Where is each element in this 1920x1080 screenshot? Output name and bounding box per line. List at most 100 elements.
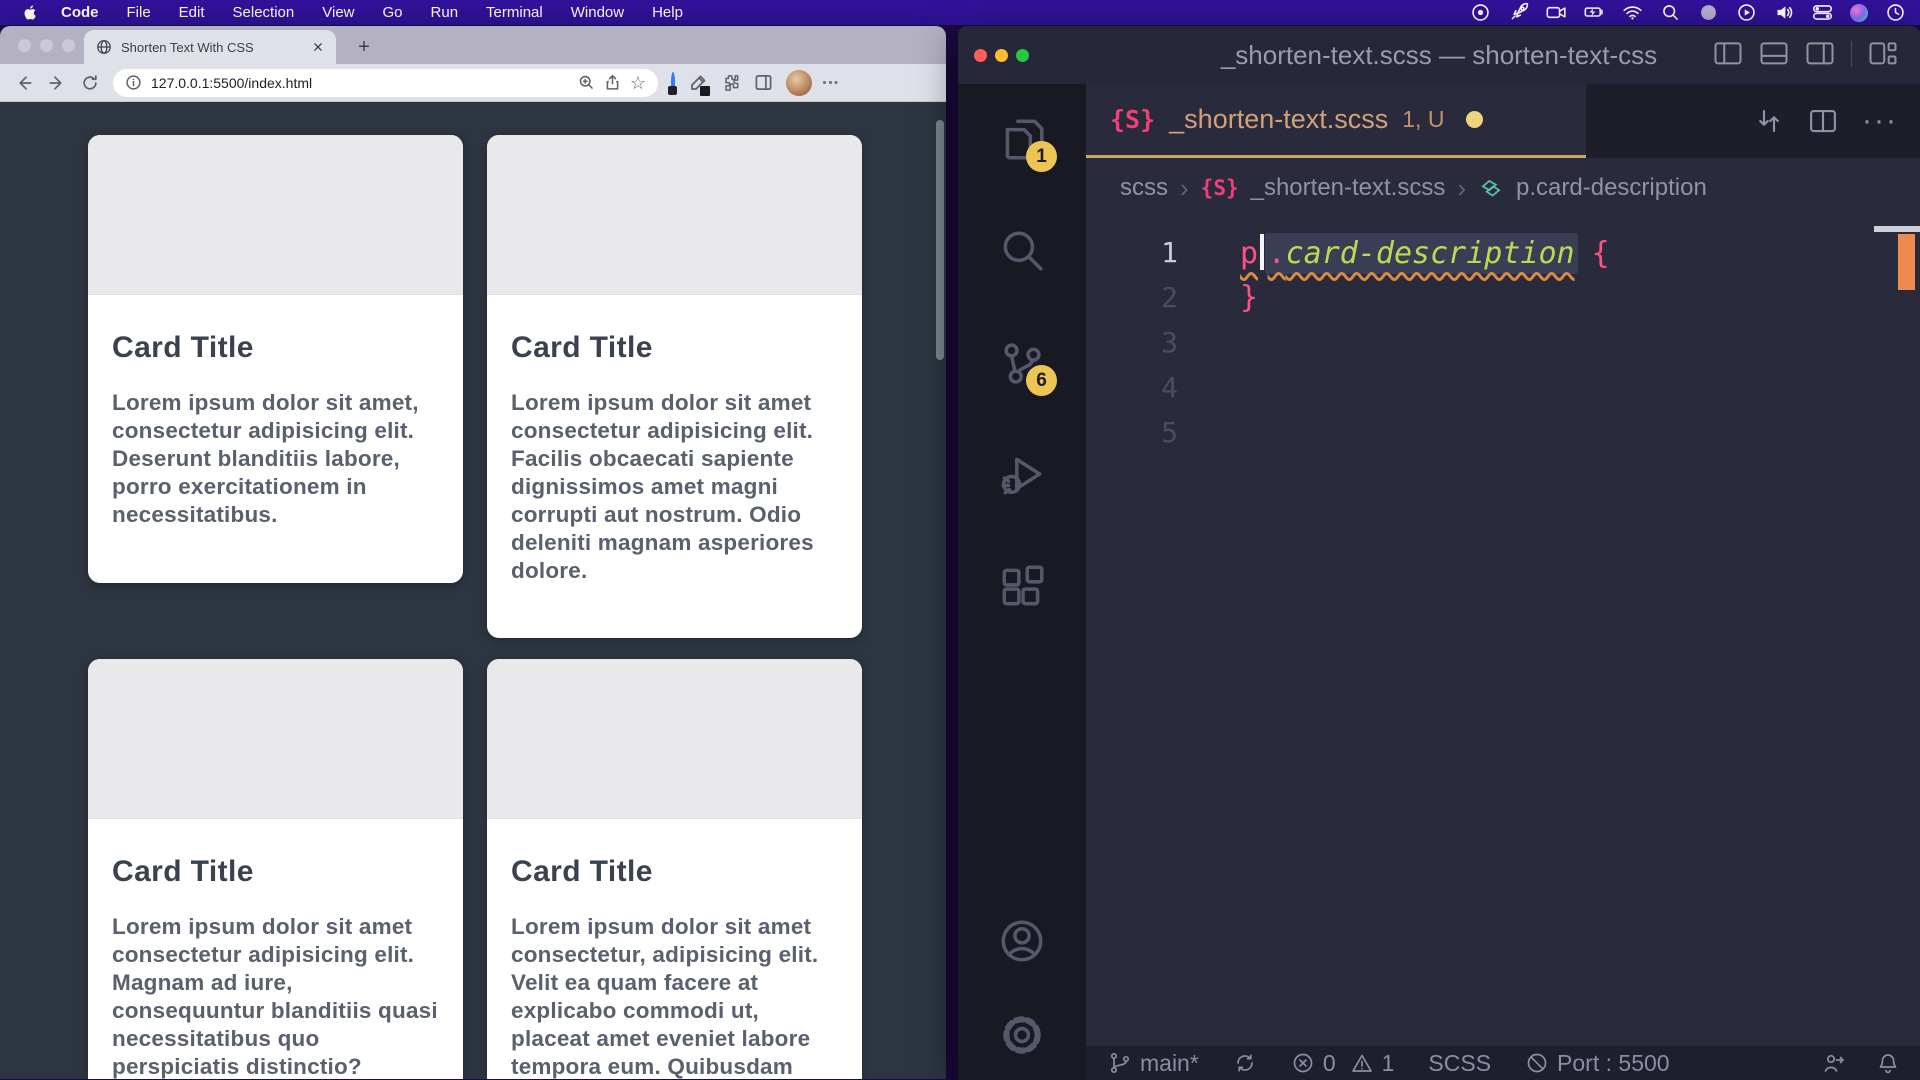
warning-count: 1	[1382, 1050, 1395, 1077]
code-line-4[interactable]: 4	[1086, 365, 1920, 410]
site-info-icon[interactable]	[125, 74, 142, 91]
reload-icon[interactable]	[80, 73, 100, 93]
url-text[interactable]: 127.0.0.1:5500/index.html	[151, 75, 569, 91]
scss-dot-token: .	[1268, 236, 1286, 271]
side-panel-icon[interactable]	[754, 73, 773, 92]
forward-icon[interactable]	[47, 73, 67, 93]
menu-terminal[interactable]: Terminal	[486, 4, 543, 21]
new-tab-button[interactable]: +	[352, 35, 376, 59]
settings-gear-icon[interactable]	[997, 1010, 1047, 1060]
toggle-panel-icon[interactable]	[1759, 39, 1789, 69]
password-manager-extension-icon[interactable]	[671, 74, 675, 92]
feedback-person-icon[interactable]	[1822, 1051, 1846, 1075]
menu-edit[interactable]: Edit	[179, 4, 205, 21]
notifications-bell-icon[interactable]	[1876, 1051, 1900, 1075]
git-branch-item[interactable]: main*	[1108, 1050, 1199, 1077]
live-server-port-item[interactable]: Port : 5500	[1525, 1050, 1670, 1077]
menu-file[interactable]: File	[127, 4, 151, 21]
account-icon[interactable]	[997, 916, 1047, 966]
code-line-1[interactable]: 1 p.card-description{	[1086, 230, 1920, 275]
activity-bar: 1 6	[958, 84, 1086, 1080]
open-changes-icon[interactable]	[1754, 106, 1784, 136]
address-bar[interactable]: 127.0.0.1:5500/index.html ☆	[113, 69, 658, 97]
back-icon[interactable]	[14, 73, 34, 93]
menu-view[interactable]: View	[322, 4, 354, 21]
browser-menu-icon[interactable]: ⋮	[825, 74, 835, 91]
wifi-icon[interactable]	[1622, 2, 1643, 23]
share-icon[interactable]	[604, 74, 621, 91]
bookmark-star-icon[interactable]: ☆	[630, 74, 646, 92]
extensions-icon[interactable]	[997, 562, 1047, 612]
toggle-secondary-sidebar-icon[interactable]	[1805, 39, 1835, 69]
editor-actions: ···	[1754, 84, 1898, 158]
zoom-page-icon[interactable]	[578, 74, 595, 91]
close-window-button[interactable]	[18, 39, 31, 52]
more-actions-icon[interactable]: ···	[1862, 106, 1898, 136]
volume-icon[interactable]	[1774, 2, 1795, 23]
browser-tab[interactable]: Shorten Text With CSS	[84, 30, 336, 64]
screen-record-camera-icon[interactable]	[1546, 2, 1567, 23]
breadcrumb-file[interactable]: _shorten-text.scss	[1251, 174, 1446, 202]
control-center-icon[interactable]	[1812, 2, 1833, 23]
unsaved-changes-dot[interactable]	[1466, 111, 1483, 128]
editor-tab-label: _shorten-text.scss	[1169, 104, 1388, 135]
browser-tab-title: Shorten Text With CSS	[121, 40, 301, 55]
card: Card Title Lorem ipsum dolor sit amet co…	[88, 659, 463, 1079]
toggle-sidebar-icon[interactable]	[1713, 39, 1743, 69]
code-editor[interactable]: 1 p.card-description{ 2 } 3 4 5	[1086, 218, 1920, 1046]
sass-file-icon: {S}	[1201, 176, 1239, 200]
breadcrumb-folder[interactable]: scss	[1120, 174, 1168, 202]
editor-area: {S} _shorten-text.scss 1, U ··· scss › {…	[1086, 84, 1920, 1080]
code-line-3[interactable]: 3	[1086, 320, 1920, 365]
record-icon[interactable]	[1470, 2, 1491, 23]
source-control-icon[interactable]: 6	[997, 338, 1047, 388]
page-scrollbar[interactable]	[936, 120, 944, 360]
editor-tab[interactable]: {S} _shorten-text.scss 1, U	[1086, 84, 1586, 158]
menu-selection[interactable]: Selection	[233, 4, 295, 21]
profile-avatar[interactable]	[786, 70, 812, 96]
card-image-placeholder	[88, 659, 463, 819]
menu-go[interactable]: Go	[383, 4, 403, 21]
vscode-title-bar: _shorten-text.scss — shorten-text-css	[958, 26, 1920, 84]
breadcrumb-symbol[interactable]: p.card-description	[1516, 174, 1707, 202]
run-debug-icon[interactable]	[997, 450, 1047, 500]
do-not-disturb-icon[interactable]	[1698, 2, 1719, 23]
line-number: 5	[1086, 416, 1178, 449]
battery-charging-icon[interactable]	[1584, 2, 1605, 23]
menu-run[interactable]: Run	[431, 4, 459, 21]
spotlight-search-icon[interactable]	[1660, 2, 1681, 23]
screen-mirroring-icon[interactable]	[1736, 2, 1757, 23]
circle-slash-icon	[1525, 1051, 1549, 1075]
sync-icon[interactable]	[1233, 1051, 1257, 1075]
minimize-window-button[interactable]	[40, 39, 53, 52]
browser-tab-strip: Shorten Text With CSS +	[0, 26, 946, 64]
language-mode[interactable]: SCSS	[1428, 1050, 1491, 1077]
active-app-menu[interactable]: Code	[61, 4, 99, 21]
extensions-puzzle-icon[interactable]	[721, 73, 741, 93]
macos-menu-bar: Code File Edit Selection View Go Run Ter…	[0, 0, 1920, 25]
split-editor-icon[interactable]	[1808, 106, 1838, 136]
clock-icon[interactable]	[1885, 2, 1906, 23]
breadcrumbs: scss › {S} _shorten-text.scss › p.card-d…	[1086, 158, 1920, 218]
apple-logo-icon[interactable]	[22, 4, 39, 21]
problems-item[interactable]: 0 1	[1291, 1050, 1395, 1077]
explorer-icon[interactable]: 1	[997, 114, 1047, 164]
color-picker-extension-icon[interactable]	[688, 73, 708, 93]
zoom-window-button[interactable]	[62, 39, 75, 52]
scss-class-token: card-description	[1286, 236, 1575, 271]
rocket-icon[interactable]	[1508, 2, 1529, 23]
sass-file-icon: {S}	[1110, 105, 1155, 134]
browser-traffic-lights	[18, 39, 75, 52]
menu-window[interactable]: Window	[571, 4, 624, 21]
text-cursor	[1260, 234, 1264, 270]
code-line-2[interactable]: 2 }	[1086, 275, 1920, 320]
card-description: Lorem ipsum dolor sit amet consectetur, …	[511, 913, 838, 1079]
code-line-5[interactable]: 5	[1086, 410, 1920, 455]
customize-layout-icon[interactable]	[1868, 39, 1898, 69]
menu-help[interactable]: Help	[652, 4, 683, 21]
search-icon[interactable]	[997, 226, 1047, 276]
line-number: 3	[1086, 326, 1178, 359]
symbol-icon	[1478, 175, 1504, 201]
close-tab-icon[interactable]	[310, 39, 326, 55]
siri-icon[interactable]	[1850, 4, 1868, 22]
